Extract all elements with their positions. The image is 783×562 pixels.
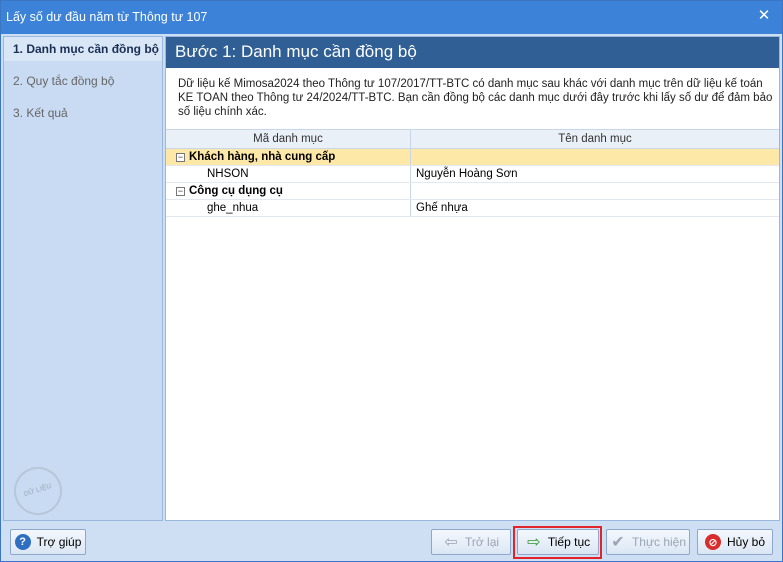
table-row[interactable]: ghe_nhua Ghế nhựa — [166, 200, 779, 217]
arrow-right-icon: ⇨ — [527, 534, 541, 551]
group-label: Khách hàng, nhà cung cấp — [189, 151, 336, 163]
group-row-cong-cu[interactable]: − Công cụ dụng cụ — [166, 183, 779, 200]
group-label: Công cụ dụng cụ — [189, 185, 283, 197]
step-ket-qua[interactable]: 3. Kết quả — [4, 101, 162, 125]
wizard-steps-sidebar: 1. Danh mục cần đồng bộ 2. Quy tắc đồng … — [3, 36, 163, 538]
step-title: Bước 1: Danh mục cần đồng bộ — [166, 37, 779, 68]
step-danh-muc[interactable]: 1. Danh mục cần đồng bộ — [4, 37, 162, 61]
back-button[interactable]: ⇦ Trở lại — [431, 529, 511, 555]
collapse-icon[interactable]: − — [176, 152, 185, 162]
column-header-name[interactable]: Tên danh mục — [411, 130, 779, 148]
sample-data-stamp: DỮ LIỆU MẪU — [7, 460, 69, 538]
window-title: Lấy số dư đầu năm từ Thông tư 107 — [6, 10, 208, 24]
group-row-khach-hang[interactable]: − Khách hàng, nhà cung cấp — [166, 149, 779, 166]
cell-name: Ghế nhựa — [416, 202, 468, 214]
arrow-left-icon: ⇦ — [444, 534, 458, 551]
help-button[interactable]: ? Trợ giúp — [10, 529, 86, 555]
close-icon[interactable]: ✕ — [752, 4, 776, 28]
cancel-button[interactable]: ⊘ Hủy bỏ — [697, 529, 773, 555]
next-button[interactable]: ⇨ Tiếp tục — [517, 529, 599, 555]
cell-name: Nguyễn Hoàng Sơn — [416, 168, 518, 180]
category-grid: Mã danh mục Tên danh mục − Khách hàng, n… — [166, 129, 779, 217]
cell-code: NHSON — [166, 166, 411, 182]
dialog-window: Lấy số dư đầu năm từ Thông tư 107 ✕ 1. D… — [0, 0, 783, 562]
help-label: Trợ giúp — [36, 535, 82, 549]
cancel-label: Hủy bỏ — [726, 535, 766, 549]
help-icon: ? — [14, 534, 31, 550]
cancel-icon: ⊘ — [704, 534, 721, 550]
step-quy-tac[interactable]: 2. Quy tắc đồng bộ — [4, 69, 162, 93]
grid-header: Mã danh mục Tên danh mục — [166, 129, 779, 149]
execute-button[interactable]: ✔ Thực hiện — [606, 529, 690, 555]
table-row[interactable]: NHSON Nguyễn Hoàng Sơn — [166, 166, 779, 183]
main-panel: Bước 1: Danh mục cần đồng bộ Dữ liệu kế … — [165, 36, 780, 521]
cell-code: ghe_nhua — [166, 200, 411, 216]
column-header-code[interactable]: Mã danh mục — [166, 130, 411, 148]
collapse-icon[interactable]: − — [176, 186, 185, 196]
check-icon: ✔ — [611, 534, 625, 551]
title-bar: Lấy số dư đầu năm từ Thông tư 107 ✕ — [1, 1, 782, 34]
execute-label: Thực hiện — [631, 535, 687, 549]
footer-bar: ? Trợ giúp ⇦ Trở lại ⇨ Tiếp tục ✔ Thực h… — [1, 522, 782, 561]
back-label: Trở lại — [464, 535, 500, 549]
description-text: Dữ liệu kế Mimosa2024 theo Thông tư 107/… — [178, 78, 773, 118]
next-label: Tiếp tục — [547, 535, 591, 549]
